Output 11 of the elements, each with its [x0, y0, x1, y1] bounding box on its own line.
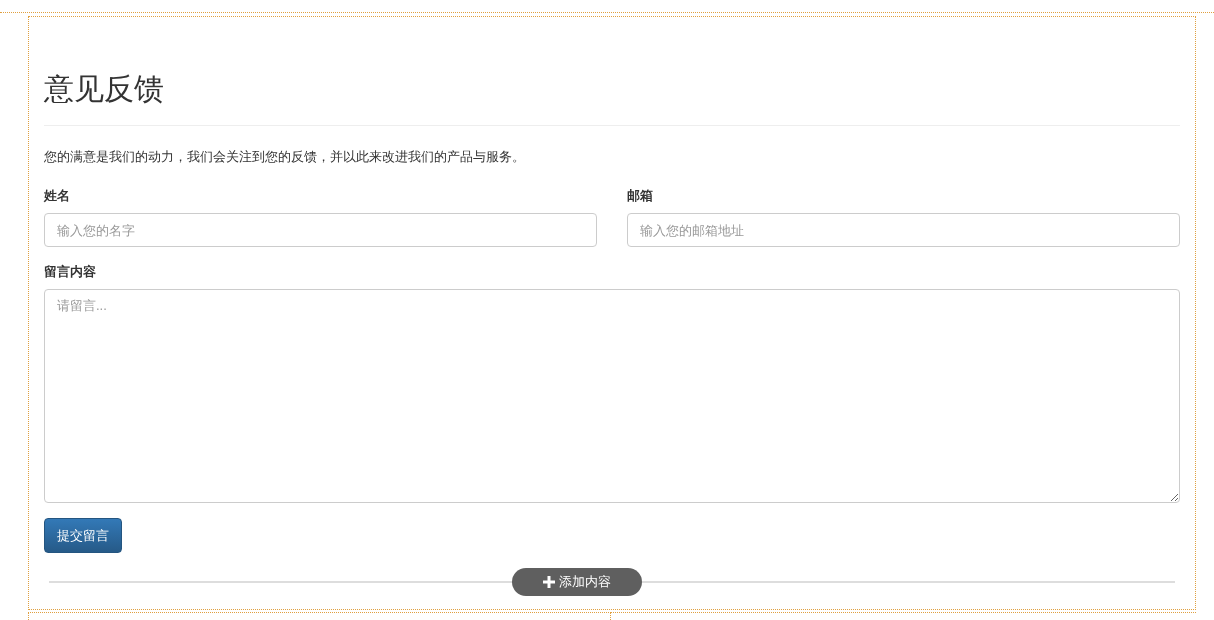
add-content-button[interactable]: 添加内容 — [512, 568, 642, 596]
input-field[interactable]: 输入您的邮箱地址 — [627, 213, 1180, 247]
field-label: 邮箱 — [627, 187, 653, 205]
description-text: 您的满意是我们的动力，我们会关注到您的反馈，并以此来改进我们的产品与服务。 — [44, 148, 526, 166]
field-label: 姓名 — [44, 187, 70, 205]
input-field[interactable]: 输入您的名字 — [44, 213, 597, 247]
page-title: 意见反馈 — [44, 67, 1180, 126]
field-label: 留言内容 — [44, 263, 96, 281]
plus-icon — [543, 576, 555, 588]
message-field[interactable]: 请留言... — [44, 289, 1180, 503]
submit-button[interactable]: 提交留言 — [44, 518, 122, 553]
